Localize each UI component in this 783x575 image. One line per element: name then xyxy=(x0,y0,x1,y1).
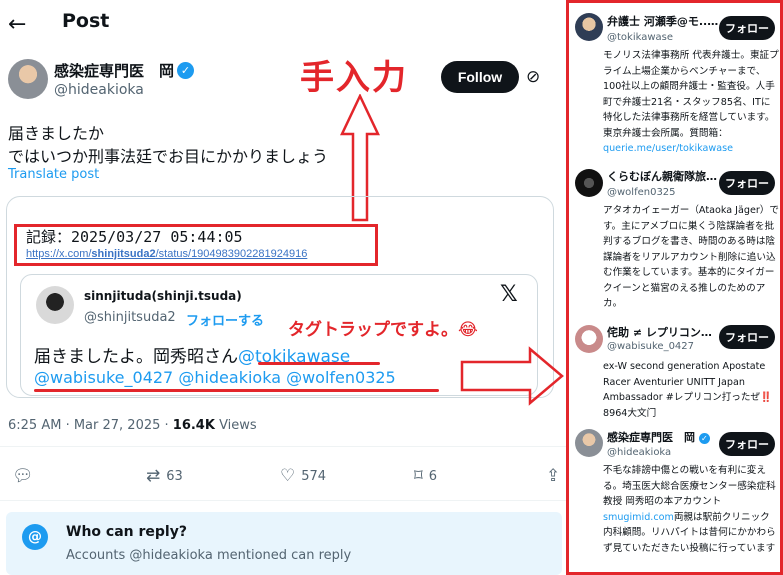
follow-button[interactable]: フォロー xyxy=(719,432,775,456)
post-text-line-2: ではいつか刑事法廷でお目にかかりましょう xyxy=(8,147,329,166)
retweet-action[interactable]: ⇄ 63 xyxy=(146,466,183,486)
retweet-icon: ⇄ xyxy=(146,466,161,486)
at-sign-icon: @ xyxy=(22,524,48,550)
record-timestamp: 記録：2025/03/27 05:44:05 xyxy=(26,228,243,246)
account-handle[interactable]: @hideakioka xyxy=(607,447,671,458)
annotation-manual-input: 手入力 xyxy=(300,58,408,98)
account-handle[interactable]: @wolfen0325 xyxy=(607,187,676,198)
account-avatar[interactable] xyxy=(575,325,603,353)
who-can-reply-sub: Accounts @hideakioka mentioned can reply xyxy=(66,548,352,563)
divider xyxy=(0,500,566,501)
bio-link[interactable]: smugimid.com xyxy=(603,512,674,523)
bookmark-icon: ⌑ xyxy=(414,466,423,486)
account-name[interactable]: 侘助 ≠ レプリコン接... xyxy=(607,324,719,340)
quoted-name[interactable]: sinnjituda(shinji.tsuda) xyxy=(84,289,242,303)
x-logo-icon[interactable]: 𝕏 xyxy=(500,282,518,307)
bookmark-action[interactable]: ⌑ 6 xyxy=(414,466,437,486)
quoted-avatar[interactable] xyxy=(36,286,74,324)
author-avatar[interactable] xyxy=(8,59,48,99)
who-can-reply-box xyxy=(6,512,562,575)
record-url-link[interactable]: https://x.com/shinjitsuda2/status/190498… xyxy=(26,248,307,260)
post-text-line-1: 届きましたか xyxy=(8,124,105,143)
annotation-underline-2 xyxy=(34,389,439,392)
who-can-reply-title: Who can reply? xyxy=(66,524,187,540)
account-handle[interactable]: @tokikawase xyxy=(607,32,673,43)
follow-button[interactable]: Follow xyxy=(441,61,519,93)
quoted-handle[interactable]: @shinjitsuda2 xyxy=(84,310,176,325)
follow-button[interactable]: フォロー xyxy=(719,16,775,40)
account-avatar[interactable] xyxy=(575,429,603,457)
account-bio: ex-W second generation Apostate Racer Av… xyxy=(603,361,773,419)
account-name[interactable]: 弁護士 河瀬季@モ... ✓ xyxy=(607,13,719,29)
account-card-tokikawase[interactable]: 弁護士 河瀬季@モ... ✓ @tokikawase フォロー モノリス法律事務… xyxy=(569,3,780,163)
follow-button[interactable]: フォロー xyxy=(719,171,775,195)
heart-icon: ♡ xyxy=(280,466,296,486)
follow-button[interactable]: フォロー xyxy=(719,325,775,349)
grok-icon[interactable]: ⊘ xyxy=(526,67,540,87)
share-action[interactable]: ⇪ xyxy=(546,466,560,486)
quoted-text-mentions[interactable]: @wabisuke_0427 @hideakioka @wolfen0325 xyxy=(34,368,396,387)
author-name[interactable]: 感染症専門医 岡 xyxy=(54,60,174,81)
account-avatar[interactable] xyxy=(575,13,603,41)
account-bio: 不毛な誹謗中傷との戦いを有利に変える。埼玉医大総合医療センター感染症科教授 岡秀… xyxy=(603,465,776,554)
annotation-tagtrap: タグトラップですよ。😂 xyxy=(288,320,478,340)
mentioned-accounts-panel: 弁護士 河瀬季@モ... ✓ @tokikawase フォロー モノリス法律事務… xyxy=(566,0,783,575)
account-bio: モノリス法律事務所 代表弁護士。東証プライム上場企業からベンチャーまで、100社… xyxy=(603,50,779,154)
reply-action[interactable]: 💬︎ xyxy=(12,466,34,486)
annotation-underline-1 xyxy=(258,362,380,365)
verified-badge-icon: ✓ xyxy=(698,432,710,444)
like-action[interactable]: ♡ 574 xyxy=(280,466,326,486)
reply-icon: 💬︎ xyxy=(12,466,34,486)
account-card-wolfen0325[interactable]: くらむぼん親衛隊旅団... @wolfen0325 フォロー アタオカイェーガー… xyxy=(569,163,780,319)
divider xyxy=(0,446,566,447)
share-icon: ⇪ xyxy=(546,466,561,486)
account-name[interactable]: 感染症専門医 岡 ✓ xyxy=(607,429,719,445)
translate-post-link[interactable]: Translate post xyxy=(8,167,99,182)
account-card-wabisuke[interactable]: 侘助 ≠ レプリコン接... @wabisuke_0427 フォロー ex-W … xyxy=(569,319,780,425)
account-avatar[interactable] xyxy=(575,169,603,197)
account-name[interactable]: くらむぼん親衛隊旅団... xyxy=(607,168,719,184)
page-title: Post xyxy=(62,10,110,32)
author-handle[interactable]: @hideakioka xyxy=(54,82,144,98)
verified-badge-icon: ✓ xyxy=(177,62,194,79)
account-card-hideakioka[interactable]: 感染症専門医 岡 ✓ @hideakioka フォロー 不毛な誹謗中傷との戦いを… xyxy=(569,425,780,575)
annotation-right-arrow xyxy=(460,346,564,406)
back-arrow-icon[interactable]: ← xyxy=(8,12,26,37)
bio-link[interactable]: querie.me/user/tokikawase xyxy=(603,143,733,154)
post-column: ← Post 感染症専門医 岡 ✓ @hideakioka 手入力 Follow… xyxy=(0,0,566,575)
post-meta: 6:25 AM · Mar 27, 2025 · 16.4K Views xyxy=(8,418,257,433)
quoted-follow-link[interactable]: フォローする xyxy=(186,310,264,329)
account-bio: アタオカイェーガー（Ataoka Jäger）です。主にアメブロに巣くう陰謀論者… xyxy=(603,205,779,309)
account-handle[interactable]: @wabisuke_0427 xyxy=(607,341,694,352)
